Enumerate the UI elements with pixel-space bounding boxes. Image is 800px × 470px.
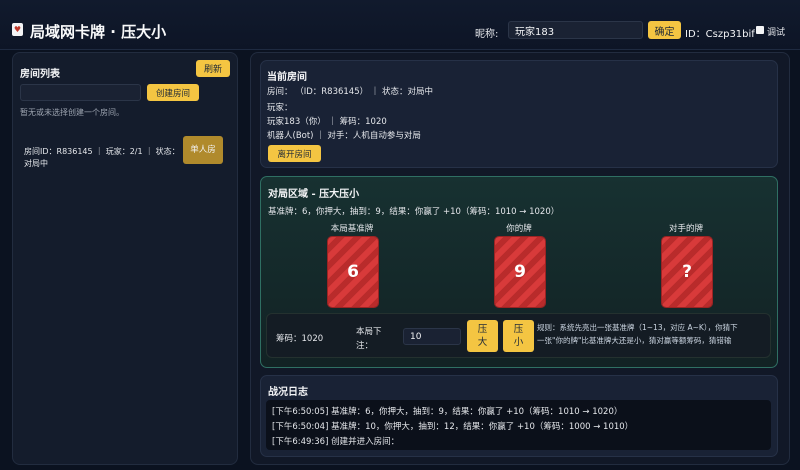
players-label: 玩家：	[267, 103, 293, 113]
room-item-status: 对局中	[24, 159, 48, 168]
log-entry: [下午6:50:04] 基准牌：10，你押大，抽到：12，结果：你赢了 +10（…	[272, 422, 634, 432]
game-title: 对局区域 - 压大压小	[268, 189, 360, 200]
battle-log-title: 战况日志	[268, 387, 308, 398]
room-hint: 暂无或未选择创建一个房间。	[20, 108, 124, 117]
bet-big-label-2: 大	[477, 337, 488, 348]
bet-small-button[interactable]: 压 小	[503, 320, 534, 352]
bet-big-label-1: 压	[477, 324, 488, 335]
your-card: 9	[495, 237, 545, 307]
opponent-card: ?	[662, 237, 712, 307]
round-result: 基准牌：6，你押大，抽到：9，结果：你赢了 +10（筹码：1010 → 1020…	[268, 207, 560, 217]
leave-room-button[interactable]: 离开房间	[268, 145, 321, 162]
debug-label: 调试	[767, 28, 786, 38]
user-id: ID：Cszp31bif	[685, 29, 755, 40]
log-entry: [下午6:49:36] 创建并进入房间：	[272, 437, 400, 447]
bet-small-label-2: 小	[513, 337, 524, 348]
room-list-title: 房间列表	[20, 69, 60, 80]
debug-checkbox[interactable]	[756, 26, 764, 34]
base-card-label: 本局基准牌	[330, 224, 374, 234]
bet-amount-input[interactable]	[403, 328, 461, 345]
rules-text: 规则：系统先亮出一张基准牌（1~13，对应 A~K），你猜下	[537, 323, 738, 332]
room-item-info[interactable]: 房间ID：R836145 ｜ 玩家：2/1 ｜ 状态：	[24, 146, 180, 157]
bet-label: 本局下	[356, 327, 382, 337]
current-room-card	[260, 60, 778, 168]
bet-big-button[interactable]: 压 大	[467, 320, 498, 352]
app-title: 局域网卡牌 · 压大小	[30, 23, 167, 41]
create-room-button[interactable]: 创建房间	[147, 84, 199, 101]
player-self: 玩家183（你） ｜ 筹码：1020	[267, 117, 387, 127]
current-room-title: 当前房间	[267, 72, 307, 83]
nickname-label: 昵称:	[475, 29, 499, 40]
log-entry: [下午6:50:05] 基准牌：6，你押大，抽到：9，结果：你赢了 +10（筹码…	[272, 407, 623, 417]
opponent-card-label: 对手的牌	[668, 224, 703, 234]
room-name-input[interactable]	[20, 84, 141, 101]
single-room-button[interactable]: 单人房	[183, 136, 223, 164]
player-bot: 机器人(Bot) ｜ 对手：人机自动参与对局	[267, 131, 421, 141]
bet-label-2: 注：	[356, 341, 374, 351]
base-card: 6	[328, 237, 378, 307]
room-info: 房间： （ID：R836145） ｜ 状态：对局中	[267, 87, 434, 97]
bet-small-label-1: 压	[513, 324, 524, 335]
chips-label: 筹码：1020	[276, 334, 324, 344]
refresh-button[interactable]: 刷新	[196, 60, 230, 77]
card-icon: ♥	[12, 23, 23, 36]
nickname-input[interactable]	[508, 21, 643, 39]
confirm-button[interactable]: 确定	[648, 21, 681, 39]
rules-text-2: 一张"你的牌"比基准牌大还是小，猜对赢等额筹码，猜错输	[537, 336, 732, 345]
your-card-label: 你的牌	[506, 224, 532, 234]
